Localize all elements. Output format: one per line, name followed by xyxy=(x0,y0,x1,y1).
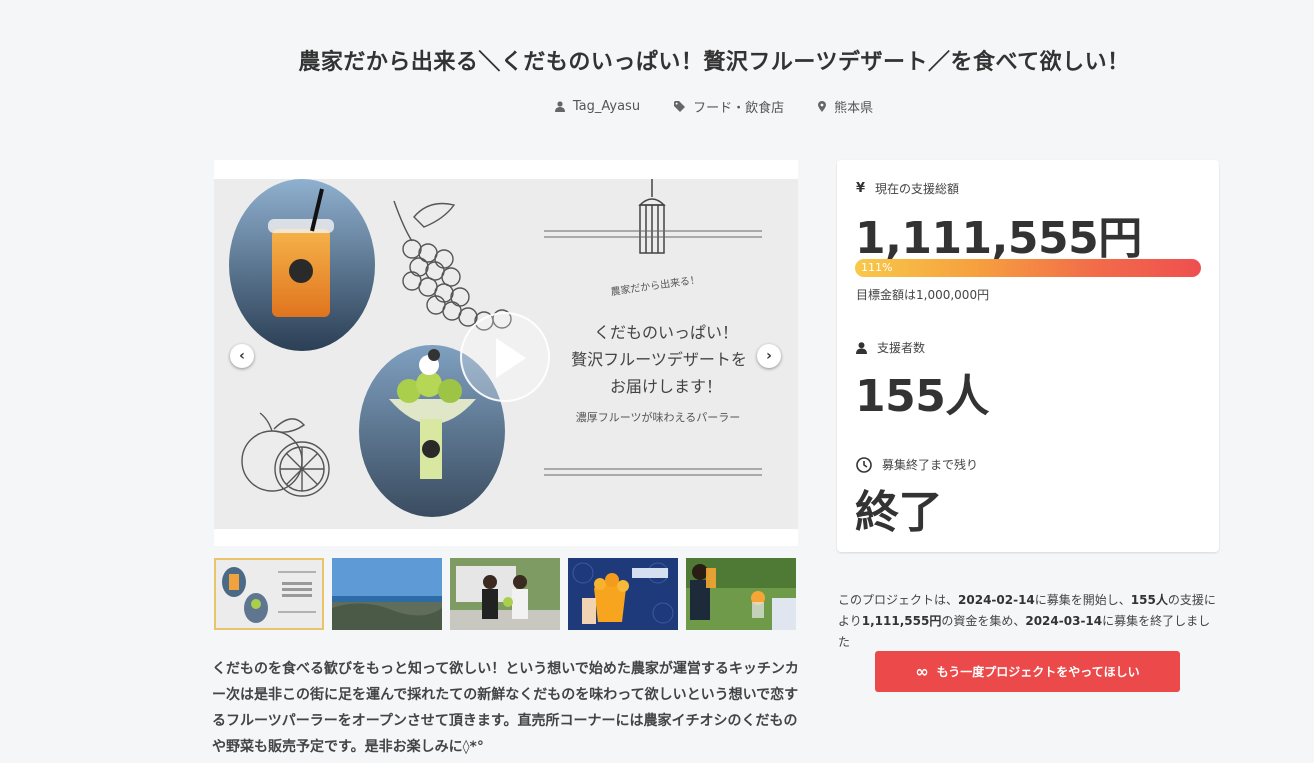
request-again-button[interactable]: ∞ もう一度プロジェクトをやってほしい xyxy=(875,651,1180,692)
project-title: 農家だから出来る＼くだものいっぱい！贅沢フルーツデザート／を食べて欲しい！ xyxy=(298,50,1130,75)
thumbnail-4[interactable] xyxy=(568,558,678,630)
thumbnail-strip xyxy=(214,558,798,632)
summary-end-date: 2024-03-14 xyxy=(1025,614,1103,628)
summary-start-date: 2024-02-14 xyxy=(958,593,1035,607)
request-again-label: もう一度プロジェクトをやってほしい xyxy=(936,665,1140,679)
clock-icon xyxy=(856,456,872,473)
prev-slide-button[interactable]: ‹ xyxy=(230,344,254,368)
progress-bar: 111% xyxy=(855,259,1201,277)
project-video[interactable]: 農家だから出来る！ くだものいっぱい！ 贅沢フルーツデザートを お届けします！ … xyxy=(214,160,798,546)
tag-icon xyxy=(674,101,686,112)
supporters-label: 支援者数 xyxy=(856,339,925,356)
remaining-value: 終了 xyxy=(855,487,943,538)
user-icon xyxy=(856,341,867,354)
remaining-label-text: 募集終了まで残り xyxy=(882,458,979,472)
owner-name: Tag_Ayasu xyxy=(572,99,641,114)
summary-text-2: に募集を開始し、 xyxy=(1034,593,1131,607)
location-link[interactable]: 熊本県 xyxy=(818,97,873,116)
category-link[interactable]: フード・飲食店 xyxy=(674,97,784,116)
progress-percent: 111% xyxy=(861,261,893,274)
thumbnail-2[interactable] xyxy=(332,558,442,630)
total-amount-label: ¥ 現在の支援総額 xyxy=(856,180,959,197)
project-meta: Tag_Ayasu フード・飲食店 熊本県 xyxy=(0,97,1314,116)
summary-amount: 1,111,555円 xyxy=(861,614,942,628)
summary-text-4: の資金を集め、 xyxy=(941,614,1026,628)
slide-subline: 濃厚フルーツが味わえるパーラー xyxy=(575,411,741,424)
total-amount-label-text: 現在の支援総額 xyxy=(875,182,960,196)
remaining-label: 募集終了まで残り xyxy=(856,456,978,473)
supporters-value: 155人 xyxy=(855,371,989,422)
location-name: 熊本県 xyxy=(834,101,874,116)
user-icon xyxy=(554,101,565,112)
funding-status-card: ¥ 現在の支援総額 1,111,555円 111% 目標金額は1,000,000… xyxy=(837,160,1219,552)
thumbnail-3[interactable] xyxy=(450,558,560,630)
project-description: くだものを食べる歓びをもっと知って欲しい！という想いで始めた農家が運営するキッチ… xyxy=(212,661,799,755)
supporters-label-text: 支援者数 xyxy=(877,341,926,355)
category-name: フード・飲食店 xyxy=(693,101,785,116)
infinity-icon: ∞ xyxy=(915,662,929,681)
owner-link[interactable]: Tag_Ayasu xyxy=(554,97,641,116)
slide-headline-line-1: くだものいっぱい！ xyxy=(593,323,738,342)
next-slide-button[interactable]: › xyxy=(757,344,781,368)
goal-amount: 目標金額は1,000,000円 xyxy=(856,288,990,302)
summary-supporters: 155人 xyxy=(1130,593,1168,607)
thumbnail-5[interactable] xyxy=(686,558,796,630)
map-pin-icon xyxy=(818,101,827,112)
thumbnail-1[interactable] xyxy=(214,558,324,630)
slide-headline-line-2: 贅沢フルーツデザートを xyxy=(571,350,747,369)
slide-headline-line-3: お届けします！ xyxy=(609,377,722,396)
yen-icon: ¥ xyxy=(856,181,866,196)
summary-text-1: このプロジェクトは、 xyxy=(838,593,959,607)
play-button[interactable] xyxy=(460,312,550,402)
project-summary: このプロジェクトは、2024-02-14に募集を開始し、155人の支援により1,… xyxy=(838,590,1222,653)
total-amount-value: 1,111,555円 xyxy=(855,213,1142,264)
slide-headline: くだものいっぱい！ 贅沢フルーツデザートを お届けします！ xyxy=(568,319,764,400)
